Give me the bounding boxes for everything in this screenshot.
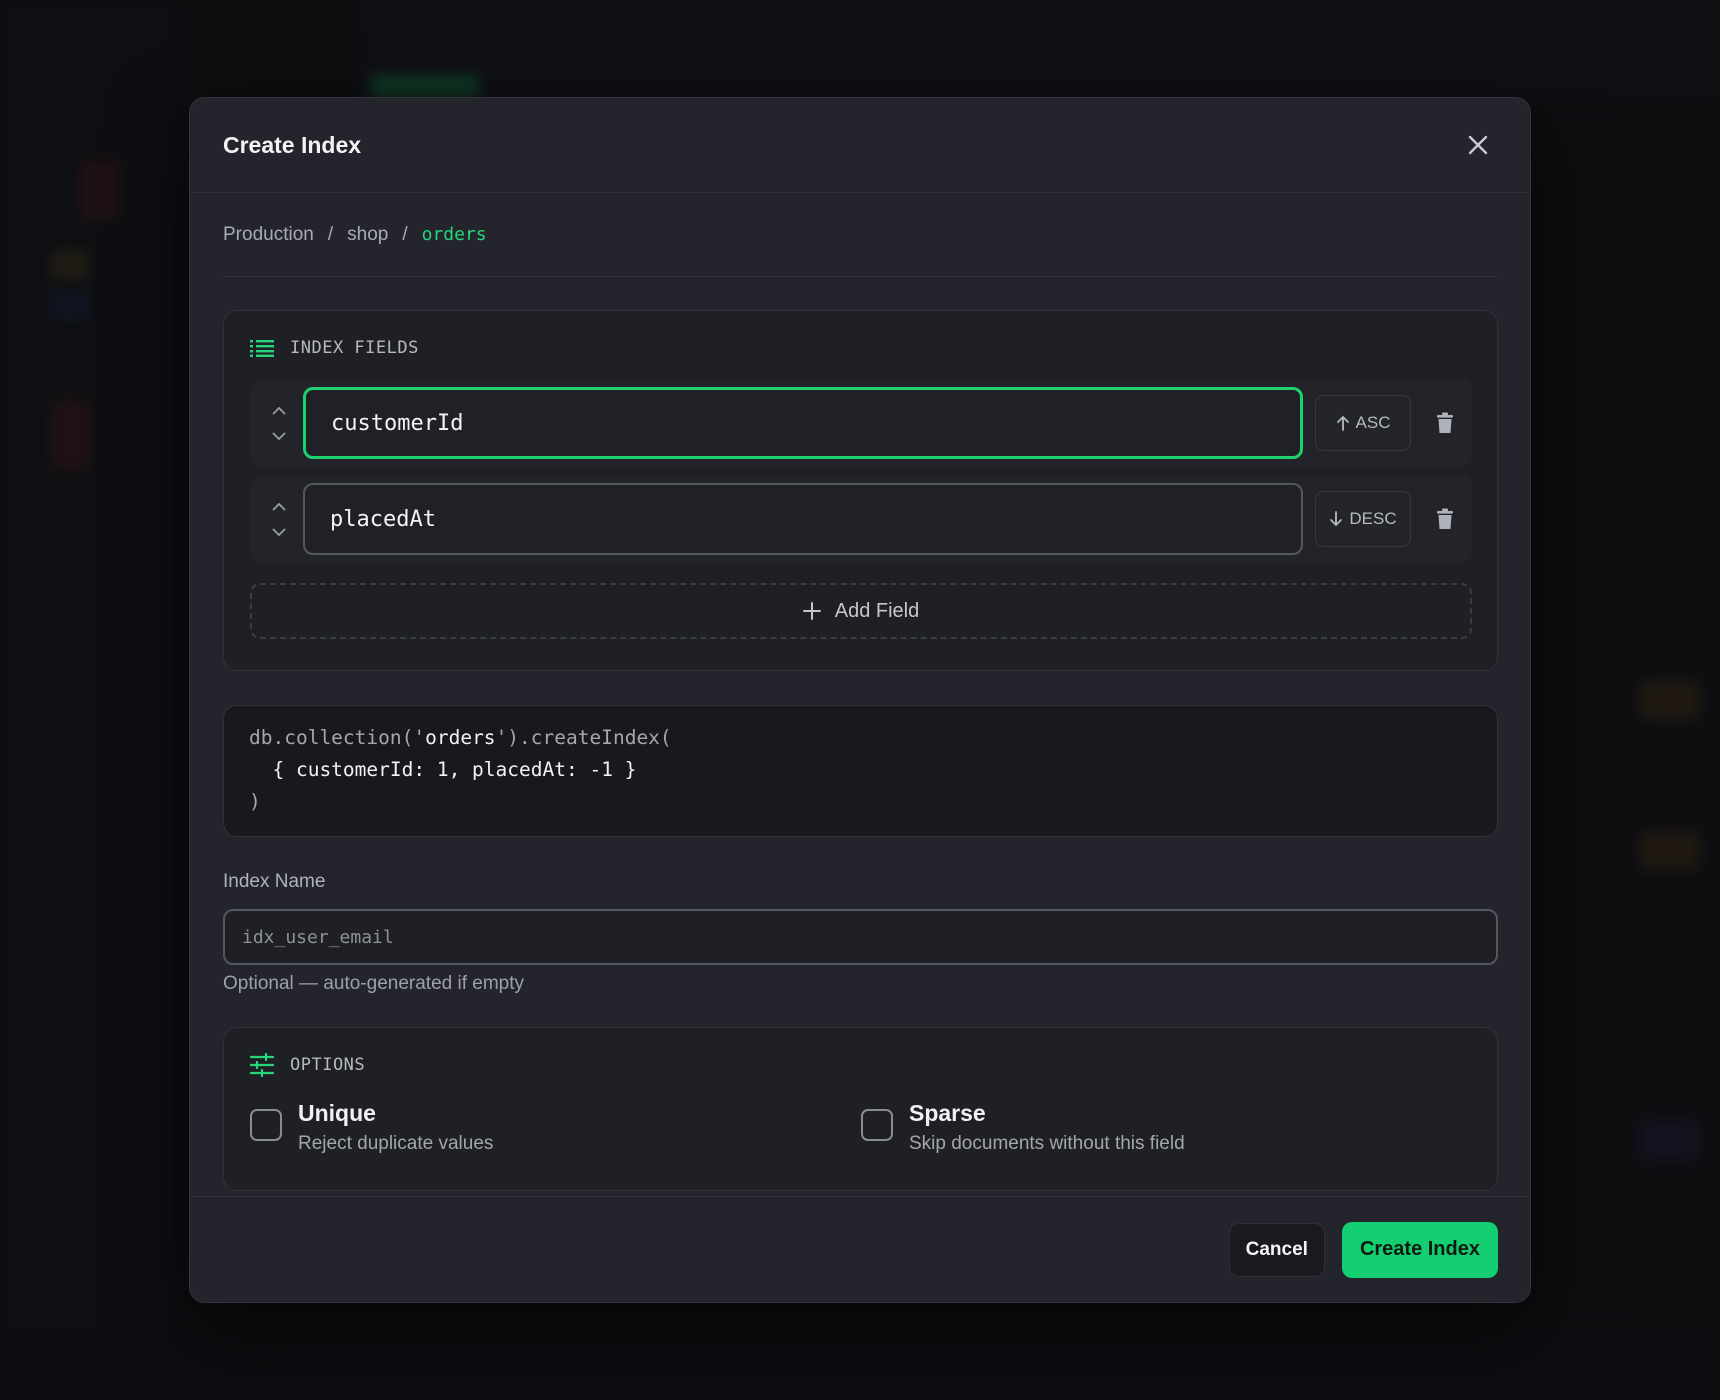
code-line-1-prefix: db.collection(' [249,726,426,749]
options-card: OPTIONS Unique Reject duplicate values S… [223,1027,1498,1191]
option-sparse-description: Skip documents without this field [909,1133,1185,1154]
sort-direction-toggle[interactable]: DESC [1315,491,1411,547]
chevron-down-icon [272,528,285,536]
options-grid: Unique Reject duplicate values Sparse Sk… [250,1100,1472,1155]
chevron-up-icon [272,502,285,510]
unique-checkbox[interactable] [250,1109,282,1141]
list-icon [250,340,274,357]
breadcrumb-item-connection[interactable]: Production [223,224,314,246]
sparse-checkbox[interactable] [861,1109,893,1141]
close-icon [1468,135,1488,155]
create-index-button[interactable]: Create Index [1341,1221,1498,1278]
options-label: OPTIONS [290,1055,366,1075]
code-line-3: ) [249,790,261,813]
code-collection-name: orders [425,726,496,749]
arrow-down-icon [1330,511,1343,527]
option-unique-title: Unique [298,1100,376,1126]
breadcrumb: Production / shop / orders [223,193,1498,277]
sort-direction-label: DESC [1349,509,1397,528]
chevron-down-icon [272,432,285,440]
options-header: OPTIONS [250,1053,1472,1077]
index-name-label: Index Name [223,871,326,892]
field-reorder-controls [262,400,295,446]
index-name-input[interactable]: idx_user_email [223,909,1498,965]
option-unique: Unique Reject duplicate values [250,1100,861,1155]
command-preview: db.collection('orders').createIndex( { c… [223,705,1498,837]
close-button[interactable] [1458,125,1498,165]
index-fields-label: INDEX FIELDS [290,338,419,358]
dialog-body: Production / shop / orders INDEX FIELDS [190,193,1530,1191]
index-field-row: placedAt DESC [250,475,1472,563]
remove-field-button[interactable] [1427,403,1463,443]
option-sparse-text: Sparse Skip documents without this field [909,1100,1185,1155]
sliders-icon [250,1053,274,1077]
dialog-header: Create Index [190,98,1530,193]
option-sparse: Sparse Skip documents without this field [861,1100,1472,1155]
code-line-2: { customerId: 1, placedAt: -1 } [249,758,637,781]
breadcrumb-separator: / [327,223,334,245]
add-field-button[interactable]: Add Field [250,583,1472,639]
index-fields-card: INDEX FIELDS customerId ASC placedAt DES… [223,310,1498,671]
field-name-input[interactable]: customerId [303,387,1303,459]
trash-icon [1437,508,1453,529]
field-name-input[interactable]: placedAt [303,483,1303,555]
chevron-up-icon [272,406,285,414]
breadcrumb-separator: / [402,223,408,245]
add-field-label: Add Field [834,599,920,622]
option-sparse-title: Sparse [909,1100,986,1126]
index-fields-header: INDEX FIELDS [250,337,1472,359]
code-line-1-suffix: ').createIndex( [495,726,672,749]
move-down-button[interactable] [268,522,290,542]
move-up-button[interactable] [268,400,290,420]
breadcrumb-item-collection: orders [421,224,487,245]
index-field-row: customerId ASC [250,379,1472,467]
field-reorder-controls [262,496,295,542]
dialog-footer: Cancel Create Index [190,1196,1530,1302]
move-down-button[interactable] [268,426,290,446]
sort-direction-label: ASC [1355,413,1391,432]
sort-direction-toggle[interactable]: ASC [1315,395,1411,451]
option-unique-text: Unique Reject duplicate values [298,1100,493,1155]
trash-icon [1437,412,1453,433]
plus-icon [802,602,821,620]
create-index-dialog: Create Index Production / shop / orders [189,97,1531,1303]
breadcrumb-item-database[interactable]: shop [347,224,388,246]
move-up-button[interactable] [268,496,290,516]
remove-field-button[interactable] [1427,499,1463,539]
dialog-title: Create Index [223,131,362,158]
cancel-button[interactable]: Cancel [1228,1222,1325,1277]
option-unique-description: Reject duplicate values [298,1133,494,1154]
arrow-up-icon [1336,415,1349,431]
index-name-help: Optional — auto-generated if empty [223,973,525,994]
